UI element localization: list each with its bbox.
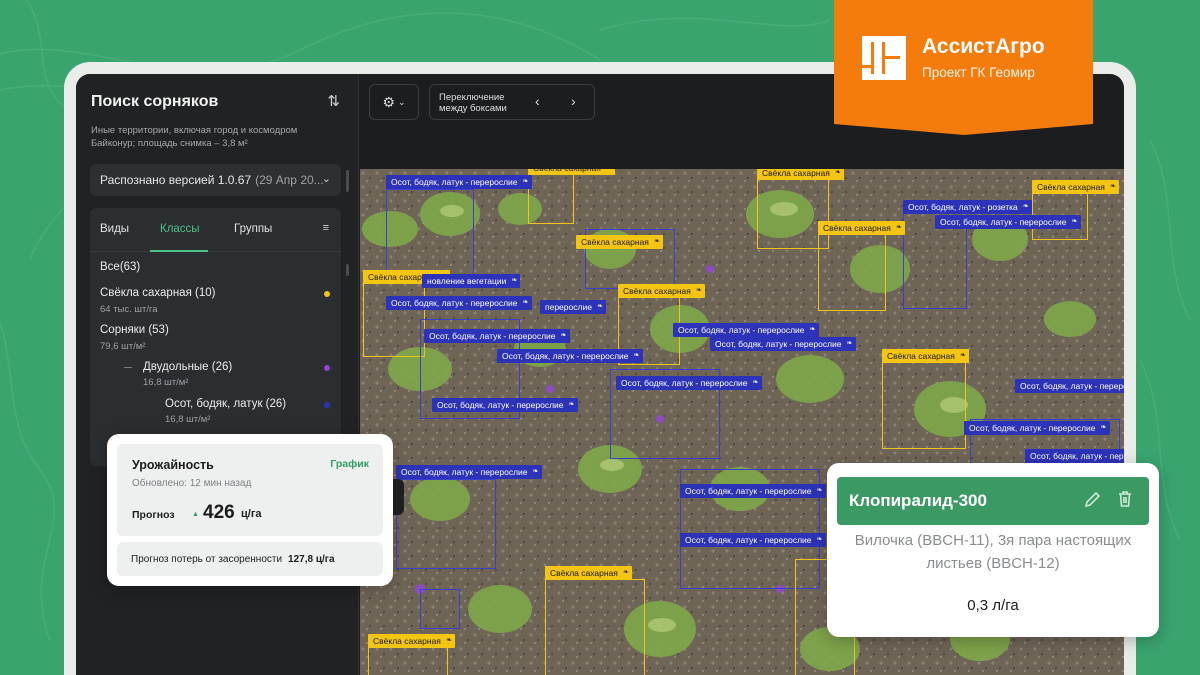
- trash-icon[interactable]: [1115, 489, 1135, 509]
- assistagro-logo-icon: [862, 36, 906, 80]
- detection-label: Свёкла сахарная: [618, 284, 705, 298]
- beet-color-dot: [324, 291, 330, 297]
- pencil-icon[interactable]: [1083, 489, 1103, 509]
- area-description: Иные территории, включая город и космодр…: [91, 125, 298, 149]
- classes-panel: Виды Классы Группы ≡ Все(63) Свёкла саха…: [90, 208, 341, 466]
- loss-forecast: Прогноз потерь от засоренности 127,8 ц/г…: [117, 542, 383, 576]
- filter-icon[interactable]: ≡: [323, 222, 329, 234]
- sidebar-title: Поиск сорняков: [91, 93, 219, 110]
- detection-box[interactable]: [386, 189, 474, 279]
- detection-label: Осот, бодяк, латук - перерослие: [386, 296, 532, 310]
- yield-card: Урожайность График Обновлено: 12 мин наз…: [107, 434, 393, 586]
- class-weeds[interactable]: Сорняки (53): [100, 324, 169, 336]
- active-tab-indicator: [150, 250, 208, 252]
- yield-summary: Урожайность График Обновлено: 12 мин наз…: [117, 444, 383, 536]
- detection-label: Осот, бодяк, латук - перерослие: [386, 175, 532, 189]
- scrollbar[interactable]: [346, 170, 349, 192]
- detection-box[interactable]: [528, 174, 574, 224]
- detection-label: Осот, бодяк, латук - розетка: [903, 200, 1032, 214]
- detection-label: Осот, бодяк, латук - перерослие: [680, 533, 826, 547]
- tab-species[interactable]: Виды: [100, 223, 129, 235]
- updated-time: Обновлено: 12 мин назад: [132, 478, 252, 489]
- detection-label: Осот, бодяк, латук - перерослие: [424, 329, 570, 343]
- class-dicots-density: 16,8 шт/м²: [143, 377, 189, 388]
- detection-label: Свёкла сахарная: [528, 169, 615, 175]
- detection-label: Осот, бодяк, латук - перерослие: [1025, 449, 1124, 463]
- detection-label: Осот, бодяк, латук - перерослие: [497, 349, 643, 363]
- detection-box[interactable]: [420, 589, 460, 629]
- brand-subtitle: Проект ГК Геомир: [922, 65, 1035, 80]
- thistle-color-dot: [324, 402, 330, 408]
- loss-label: Прогноз потерь от засоренности: [131, 553, 283, 565]
- box-switcher: Переключение между боксами ‹ ›: [429, 84, 595, 120]
- forecast-label: Прогноз: [132, 509, 175, 521]
- detection-box[interactable]: [396, 479, 496, 569]
- chevron-down-icon: ⌄: [398, 96, 406, 107]
- gear-icon: ⚙: [382, 93, 395, 110]
- version-select[interactable]: Распознано версией 1.0.67 (29 Апр 20... …: [90, 164, 341, 196]
- tab-groups[interactable]: Группы: [234, 223, 272, 235]
- detection-label: Свёкла сахарная: [818, 221, 905, 235]
- detection-label: Осот, бодяк, латук - перерослие: [616, 376, 762, 390]
- class-thistle-density: 16,8 шт/м²: [165, 414, 211, 425]
- detection-label: Свёкла сахарная: [882, 349, 969, 363]
- tree-line: [124, 367, 132, 368]
- detection-label: Свёкла сахарная: [368, 634, 455, 648]
- detection-label: Осот, бодяк, латук - перерослие: [710, 337, 856, 351]
- tab-bar: Виды Классы Группы ≡: [90, 208, 341, 252]
- sort-icon[interactable]: ⇅: [327, 92, 340, 110]
- detection-label: перерослие: [540, 300, 606, 314]
- dose-value: 0,3 л/га: [967, 597, 1019, 614]
- next-box-button[interactable]: ›: [571, 93, 576, 109]
- detection-label: Свёкла сахарная: [576, 235, 663, 249]
- detection-box[interactable]: [818, 229, 886, 311]
- herbicide-header: Клопиралид-300: [837, 477, 1149, 525]
- detection-label: Осот, бодяк, латук - перерослие: [432, 398, 578, 412]
- detection-label: Свёкла сахарная: [757, 169, 844, 180]
- class-dicots[interactable]: Двудольные (26): [143, 361, 232, 373]
- detection-label: Осот, бодяк, латук - перерослие: [935, 215, 1081, 229]
- detection-label: Свёкла сахарная: [1032, 180, 1119, 194]
- herbicide-name: Клопиралид-300: [849, 491, 987, 510]
- detection-box[interactable]: [545, 579, 645, 675]
- brand-badge: АссистАгро Проект ГК Геомир: [834, 0, 1093, 135]
- scrollbar-thumb[interactable]: [346, 264, 349, 276]
- detection-label: Осот, бодяк, латук - перерослие: [396, 465, 542, 479]
- chevron-down-icon: ⌄: [321, 173, 331, 185]
- class-beet[interactable]: Свёкла сахарная (10): [100, 287, 215, 299]
- detection-label: Осот, бодяк, латук - перерослие: [673, 323, 819, 337]
- yield-title: Урожайность: [132, 458, 214, 472]
- box-switcher-label: Переключение между боксами: [439, 92, 507, 114]
- forecast-value: 426: [203, 502, 235, 523]
- class-all[interactable]: Все(63): [100, 261, 140, 273]
- herbicide-card: Клопиралид-300 Вилочка (BBCH-11), 3я пар…: [827, 463, 1159, 637]
- prev-box-button[interactable]: ‹: [535, 93, 540, 109]
- detection-label: новление вегетации: [422, 274, 521, 288]
- trend-up-icon: ▲: [192, 511, 199, 518]
- version-label: Распознано версией 1.0.67: [100, 173, 252, 187]
- detection-label: Осот, бодяк, латук - перерослие: [964, 421, 1110, 435]
- class-beet-density: 64 тыс. шт/га: [100, 304, 158, 315]
- brand-name: АссистАгро: [922, 35, 1045, 58]
- detection-label: Свёкла сахарная: [545, 566, 632, 580]
- class-thistle[interactable]: Осот, бодяк, латук (26): [165, 398, 286, 410]
- detection-box[interactable]: [363, 279, 425, 357]
- tab-classes[interactable]: Классы: [160, 223, 200, 235]
- detection-label: Осот, бодяк, латук - перерослие: [1015, 379, 1124, 393]
- class-weeds-density: 79,6 шт/м²: [100, 341, 146, 352]
- dicots-color-dot: [324, 365, 330, 371]
- settings-button[interactable]: ⚙ ⌄: [369, 84, 419, 120]
- loss-value: 127,8 ц/га: [288, 553, 335, 565]
- detection-box[interactable]: [882, 359, 966, 449]
- version-date: (29 Апр 20...: [255, 173, 324, 187]
- forecast-unit: ц/га: [241, 508, 262, 520]
- detection-label: Осот, бодяк, латук - перерослие: [680, 484, 826, 498]
- growth-stage: Вилочка (BBCH-11), 3я пара настоящих лис…: [854, 532, 1132, 572]
- chart-link[interactable]: График: [330, 458, 369, 470]
